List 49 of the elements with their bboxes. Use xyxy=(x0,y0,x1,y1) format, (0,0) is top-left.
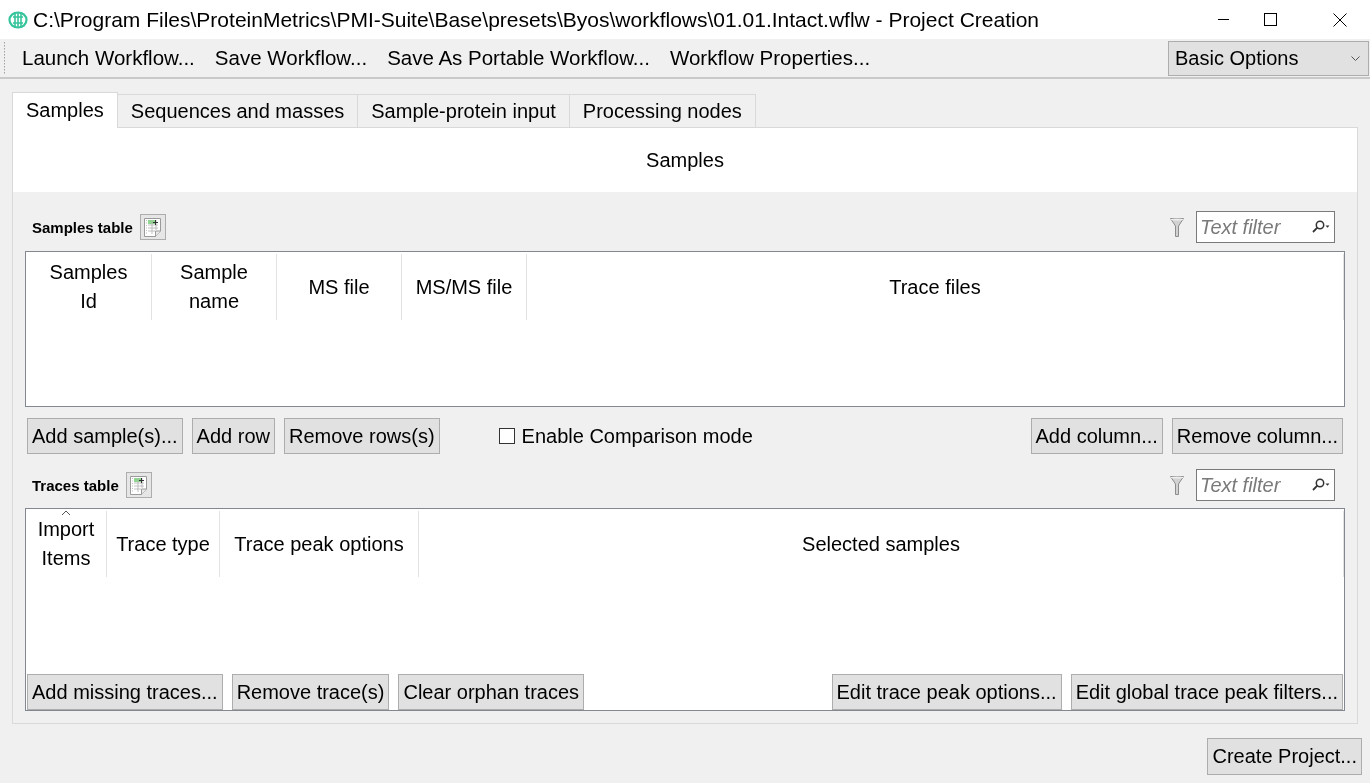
action-button[interactable]: Add column... xyxy=(1030,418,1163,454)
action-button[interactable]: Remove rows(s) xyxy=(284,418,440,454)
action-button[interactable]: Remove column... xyxy=(1171,418,1343,454)
table-label: Traces table xyxy=(32,476,119,494)
caret-icon xyxy=(1351,55,1360,61)
action-button[interactable]: Edit trace peak options... xyxy=(831,674,1062,710)
checkbox[interactable] xyxy=(498,428,515,444)
column-header[interactable]: MS file xyxy=(277,254,402,320)
maximize-icon xyxy=(1264,13,1277,26)
search-icon[interactable] xyxy=(1312,478,1330,491)
table-label: Samples table xyxy=(32,218,133,236)
minimize-icon xyxy=(1218,19,1229,20)
table-options-button[interactable] xyxy=(139,214,166,240)
filter-icon xyxy=(1170,217,1184,237)
column-header[interactable]: Selected samples xyxy=(419,511,1344,577)
toolbar-action[interactable]: Save As Portable Workflow... xyxy=(377,41,660,75)
table-options-button[interactable] xyxy=(125,472,152,498)
spreadsheet-icon xyxy=(130,475,148,495)
tab[interactable]: Processing nodes xyxy=(568,94,756,127)
drag-handle-icon[interactable] xyxy=(3,42,6,74)
toolbar-action[interactable]: Workflow Properties... xyxy=(659,41,881,75)
close-icon xyxy=(1333,12,1347,27)
search-icon[interactable] xyxy=(1312,220,1330,233)
filter-icon xyxy=(1170,475,1184,495)
toolbar-action[interactable]: Launch Workflow... xyxy=(12,41,205,75)
column-header[interactable]: Trace type xyxy=(107,511,220,577)
spreadsheet-icon xyxy=(144,217,162,237)
action-button[interactable]: Edit global trace peak filters... xyxy=(1070,674,1343,710)
action-button[interactable]: Add sample(s)... xyxy=(27,418,183,454)
window-title: C:\Program Files\ProteinMetrics\PMI-Suite\Base\presets\Byos\workflows\01.01.Intact.wflw - Project Creation xyxy=(33,7,1039,32)
action-button[interactable]: Add row xyxy=(191,418,275,454)
column-header[interactable]: Trace peak options xyxy=(220,511,419,577)
column-header[interactable]: MS/MS file xyxy=(402,254,527,320)
column-header[interactable]: Samples Id xyxy=(26,254,152,320)
action-button[interactable]: Add missing traces... xyxy=(27,674,223,710)
column-header[interactable]: Trace files xyxy=(527,254,1344,320)
tab[interactable]: Samples xyxy=(12,92,118,128)
toolbar-action[interactable]: Save Workflow... xyxy=(204,41,378,75)
panel-title: Samples xyxy=(646,148,724,172)
mode-select[interactable]: Basic Options xyxy=(1168,40,1369,76)
action-button[interactable]: Clear orphan traces xyxy=(398,674,585,710)
checkbox-label[interactable]: Enable Comparison mode xyxy=(521,424,753,448)
create-project-button[interactable]: Create Project... xyxy=(1207,738,1362,775)
text-filter-field[interactable]: Text filter xyxy=(1196,211,1335,243)
column-header[interactable]: Sample name xyxy=(152,254,277,320)
column-header[interactable]: Import Items xyxy=(26,511,107,577)
app-logo-icon xyxy=(8,9,28,30)
text-filter-field[interactable]: Text filter xyxy=(1196,469,1335,501)
action-button[interactable]: Remove trace(s) xyxy=(231,674,390,710)
